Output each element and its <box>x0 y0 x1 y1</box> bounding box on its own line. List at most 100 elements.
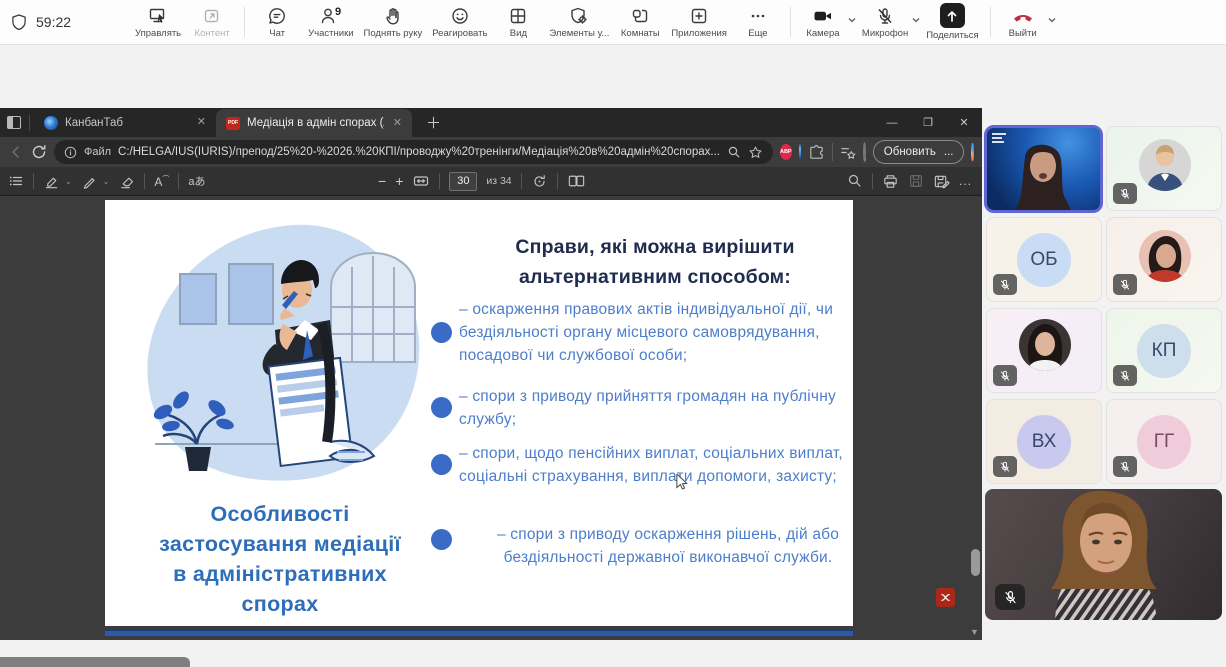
meeting-items-button[interactable]: Элементы у... <box>544 0 614 45</box>
chat-icon <box>267 6 287 26</box>
mic-chevron-icon[interactable] <box>911 12 921 30</box>
extensions-icon[interactable] <box>808 142 825 162</box>
browser-navbar: Файл C:/HELGA/IUS(IURIS)/препод/25%20-%2… <box>0 137 982 167</box>
draw-pen-chevron-icon[interactable]: ⌄ <box>103 177 110 186</box>
bullet-dot <box>431 454 452 475</box>
profile-avatar[interactable] <box>863 142 866 162</box>
page-view-icon[interactable] <box>567 171 586 191</box>
info-icon[interactable] <box>64 142 77 162</box>
toc-icon[interactable] <box>8 171 24 191</box>
refresh-icon[interactable] <box>31 142 47 162</box>
minimize-button[interactable]: — <box>874 109 910 137</box>
tab-panel-icon[interactable] <box>7 116 21 129</box>
translate-icon[interactable]: aあ <box>188 173 205 189</box>
browser-tabbar: КанбанТаб ✕ PDF Медіація в адмін спорах … <box>0 108 982 137</box>
read-aloud-icon[interactable]: A⌒ <box>154 174 169 189</box>
tab-kanban[interactable]: КанбанТаб ✕ <box>34 109 216 137</box>
react-label: Реагировать <box>432 28 487 39</box>
participant-tile-vh[interactable]: ВХ <box>986 399 1102 484</box>
muted-mic-badge <box>1113 274 1137 295</box>
manage-button[interactable]: Управлять <box>130 0 186 45</box>
draw-pen-icon[interactable] <box>81 171 98 191</box>
participant-initials: ГГ <box>1137 415 1191 469</box>
rooms-button[interactable]: Комнаты <box>614 0 666 45</box>
mic-muted-icon <box>875 6 895 26</box>
hangup-icon <box>1011 6 1035 26</box>
meeting-toolbar: 59:22 Управлять Контент Чат 9 Участник <box>0 0 1226 45</box>
view-button[interactable]: Вид <box>492 0 544 45</box>
camera-chevron-icon[interactable] <box>847 12 857 30</box>
collapsed-taskbar[interactable] <box>0 657 190 667</box>
toolbar-divider <box>990 7 991 37</box>
apps-button[interactable]: Приложения <box>666 0 732 45</box>
participant-tile-ob[interactable]: ОБ <box>986 217 1102 302</box>
tab-title: Медіація в адмін спорах (Литви <box>247 117 384 129</box>
next-page-edge <box>105 629 853 636</box>
scrollbar-thumb[interactable] <box>971 549 980 576</box>
pdf-more-icon[interactable]: ... <box>959 174 972 188</box>
participant-video-speaker[interactable] <box>984 125 1103 213</box>
participants-button[interactable]: 9 Участники <box>303 0 358 45</box>
scroll-down-icon[interactable]: ▼ <box>969 627 980 637</box>
raise-hand-icon <box>383 6 403 26</box>
address-bar[interactable]: Файл C:/HELGA/IUS(IURIS)/препод/25%20-%2… <box>54 140 773 164</box>
pdf-scrollbar[interactable]: ▼ <box>968 196 981 639</box>
print-icon[interactable] <box>882 171 899 191</box>
participant-tile-avatar-man[interactable] <box>1106 126 1222 211</box>
fit-width-icon[interactable] <box>412 171 430 191</box>
close-button[interactable]: ✕ <box>946 109 982 137</box>
leave-button[interactable]: Выйти <box>997 0 1049 45</box>
content-label: Контент <box>195 28 230 39</box>
restore-button[interactable]: ❐ <box>910 109 946 137</box>
highlighter-chevron-icon[interactable]: ⌄ <box>65 177 72 186</box>
leave-chevron-icon[interactable] <box>1047 12 1057 30</box>
update-more-icon: ... <box>944 146 954 158</box>
save-icon <box>908 171 924 191</box>
tab-mediation-pdf[interactable]: PDF Медіація в адмін спорах (Литви ✕ <box>216 109 412 137</box>
zoom-in-button[interactable]: + <box>395 173 403 189</box>
react-button[interactable]: Реагировать <box>427 0 492 45</box>
chat-button[interactable]: Чат <box>251 0 303 45</box>
rotate-icon[interactable] <box>531 171 548 191</box>
raise-hand-button[interactable]: Поднять руку <box>359 0 428 45</box>
more-button[interactable]: Еще <box>732 0 784 45</box>
eraser-icon[interactable] <box>118 171 135 191</box>
adblock-extension-icon[interactable]: ABP <box>780 144 792 160</box>
favorite-star-icon[interactable] <box>748 142 763 162</box>
highlighter-icon[interactable] <box>43 171 60 191</box>
shield-gear-icon <box>569 6 589 26</box>
zoom-out-button[interactable]: − <box>378 173 386 189</box>
search-icon[interactable] <box>727 142 741 162</box>
pdfbar-divider <box>439 173 440 189</box>
tab-close-icon[interactable]: ✕ <box>195 115 208 130</box>
copilot-icon[interactable] <box>971 143 974 161</box>
mouse-cursor <box>676 474 690 495</box>
participant-tile-gg[interactable]: ГГ <box>1106 399 1222 484</box>
new-tab-button[interactable]: ＋ <box>422 112 445 133</box>
share-button[interactable]: Поделиться <box>921 0 983 45</box>
camera-button[interactable]: Камера <box>797 0 849 45</box>
participant-tile-avatar-woman-red[interactable] <box>1106 217 1222 302</box>
save-as-icon[interactable] <box>933 171 950 191</box>
mic-button[interactable]: Микрофон <box>857 0 913 45</box>
favorites-hub-icon[interactable] <box>839 142 856 162</box>
address-scheme: Файл <box>84 146 111 158</box>
smiley-icon <box>450 6 470 26</box>
participant-large-video[interactable] <box>985 489 1222 620</box>
slide-left-title: Особливості застосування медіації в адмі… <box>113 499 447 619</box>
apps-plus-icon <box>689 6 709 26</box>
content-icon <box>202 6 222 26</box>
tab-close-icon[interactable]: ✕ <box>391 116 404 131</box>
back-icon <box>8 142 24 162</box>
chat-label: Чат <box>269 28 285 39</box>
blue-extension-icon[interactable] <box>799 144 801 160</box>
thinking-man-illustration <box>125 212 445 500</box>
acrobat-button[interactable] <box>936 588 955 607</box>
pdf-search-icon[interactable] <box>847 171 863 191</box>
page-number-input[interactable]: 30 <box>449 172 477 191</box>
participant-tile-avatar-woman[interactable] <box>986 308 1102 393</box>
update-browser-button[interactable]: Обновить ... <box>873 140 965 164</box>
bullet-item: – спори з приводу прийняття громадян на … <box>459 386 859 432</box>
camera-icon <box>812 6 834 26</box>
participant-tile-kp[interactable]: КП <box>1106 308 1222 393</box>
